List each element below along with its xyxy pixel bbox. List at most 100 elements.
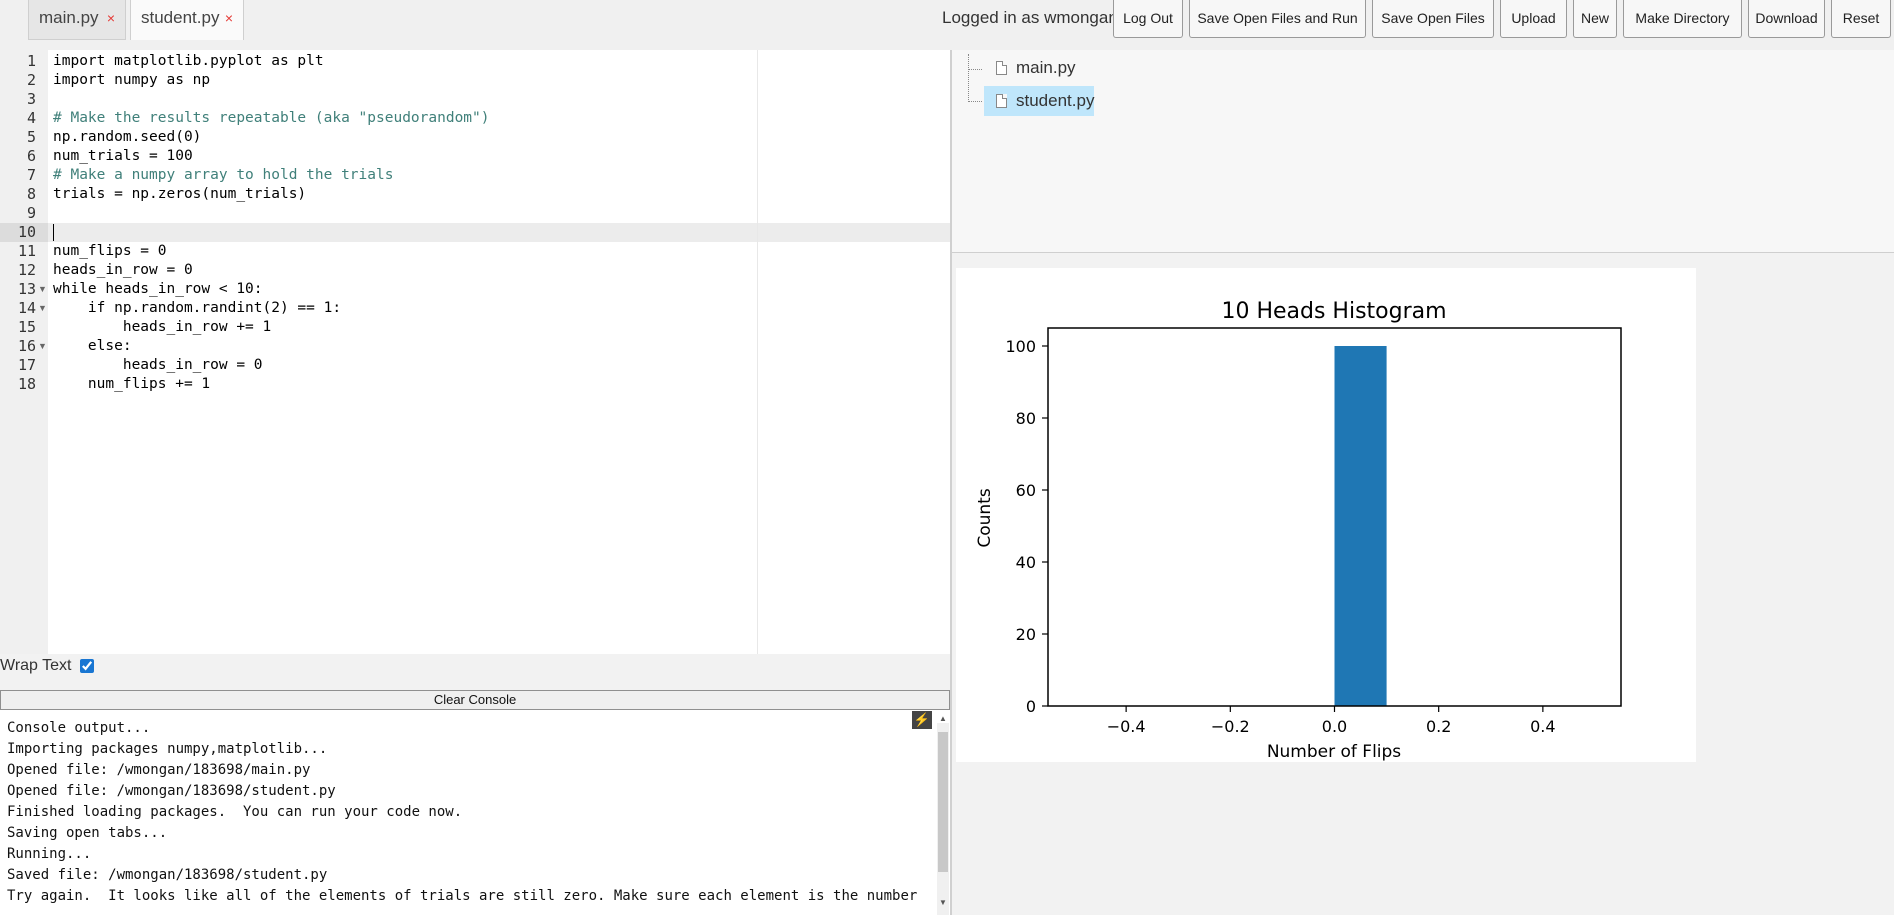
histogram-bar bbox=[1334, 346, 1387, 706]
tab-student-py[interactable]: student.py × bbox=[130, 0, 244, 40]
line-number: 8 bbox=[26, 185, 36, 203]
x-tick-label: −0.2 bbox=[1211, 717, 1250, 736]
fold-arrow-icon[interactable]: ▼ bbox=[38, 299, 47, 318]
code-line: # Make a numpy array to hold the trials bbox=[53, 167, 394, 183]
line-number: 5 bbox=[26, 128, 36, 146]
wrap-text-checkbox[interactable] bbox=[79, 658, 94, 673]
download-button[interactable]: Download bbox=[1748, 0, 1825, 38]
logged-in-text: Logged in as wmongan bbox=[942, 8, 1118, 27]
code-line: while heads_in_row < 10: bbox=[53, 281, 263, 297]
code-line: num_trials = 100 bbox=[53, 148, 193, 164]
text-cursor bbox=[53, 224, 54, 241]
line-number: 17 bbox=[17, 356, 36, 374]
clear-console-button[interactable]: Clear Console bbox=[0, 690, 950, 710]
close-icon[interactable]: × bbox=[107, 0, 115, 36]
tab-label: main.py bbox=[39, 8, 99, 27]
file-item-student-py[interactable]: student.py bbox=[984, 86, 1094, 116]
x-tick-label: 0.2 bbox=[1426, 717, 1451, 736]
new-button[interactable]: New bbox=[1573, 0, 1617, 38]
log-out-button[interactable]: Log Out bbox=[1113, 0, 1183, 38]
reset-button[interactable]: Reset bbox=[1831, 0, 1891, 38]
print-margin bbox=[757, 50, 758, 654]
line-number: 12 bbox=[17, 261, 36, 279]
console-line: Console output... bbox=[7, 720, 151, 736]
y-axis-label: Counts bbox=[975, 488, 995, 547]
active-line bbox=[0, 223, 950, 242]
code-line: heads_in_row = 0 bbox=[53, 262, 193, 278]
wrap-text-label: Wrap Text bbox=[0, 657, 72, 674]
line-number: 6 bbox=[26, 147, 36, 165]
code-line: heads_in_row = 0 bbox=[53, 357, 263, 373]
tree-connector bbox=[968, 54, 969, 102]
console-line: Opened file: /wmongan/183698/main.py bbox=[7, 762, 311, 778]
line-number: 11 bbox=[17, 242, 36, 260]
x-tick-label: 0.4 bbox=[1530, 717, 1555, 736]
code-line: # Make the results repeatable (aka "pseu… bbox=[53, 110, 490, 126]
console-line: Running... bbox=[7, 846, 92, 862]
top-bar: main.py × student.py × Logged in as wmon… bbox=[0, 0, 1894, 50]
tab-label: student.py bbox=[141, 8, 220, 27]
file-icon bbox=[996, 61, 1007, 75]
line-number: 4 bbox=[26, 109, 36, 127]
code-line: import matplotlib.pyplot as plt bbox=[53, 53, 324, 69]
fold-arrow-icon[interactable]: ▼ bbox=[38, 280, 47, 299]
console-line: Opened file: /wmongan/183698/student.py bbox=[7, 783, 336, 799]
y-tick-label: 40 bbox=[1016, 553, 1036, 572]
y-tick-label: 100 bbox=[1005, 337, 1036, 356]
make-directory-button[interactable]: Make Directory bbox=[1623, 0, 1742, 38]
file-icon bbox=[996, 94, 1007, 108]
code-line: else: bbox=[53, 338, 132, 354]
code-line: heads_in_row += 1 bbox=[53, 319, 272, 335]
histogram-chart: 10 Heads Histogram −0.4 −0.2 0.0 0.2 0.4 0 20 4… bbox=[975, 299, 1622, 762]
code-line: np.random.seed(0) bbox=[53, 129, 202, 145]
line-number: 1 bbox=[26, 52, 36, 70]
line-number: 16 bbox=[17, 337, 36, 355]
line-number: 3 bbox=[26, 90, 36, 108]
console-scroll-thumb[interactable] bbox=[938, 732, 948, 872]
y-tick-label: 0 bbox=[1026, 697, 1036, 716]
line-number: 10 bbox=[17, 223, 36, 241]
console-line: Importing packages numpy,matplotlib... bbox=[7, 741, 328, 757]
tree-connector bbox=[968, 101, 982, 102]
x-axis-label: Number of Flips bbox=[1267, 742, 1401, 762]
plot-output: 10 Heads Histogram −0.4 −0.2 0.0 0.2 0.4 0 20 4… bbox=[956, 268, 1696, 762]
y-tick-label: 20 bbox=[1016, 625, 1036, 644]
wrap-text-option: Wrap Text bbox=[0, 657, 94, 675]
console-line: Finished loading packages. You can run y… bbox=[7, 804, 463, 820]
scroll-up-icon[interactable]: ▲ bbox=[939, 714, 947, 723]
code-line: if np.random.randint(2) == 1: bbox=[53, 300, 342, 316]
close-icon[interactable]: × bbox=[225, 0, 233, 36]
save-open-files-button[interactable]: Save Open Files bbox=[1372, 0, 1494, 38]
x-tick-label: −0.4 bbox=[1107, 717, 1146, 736]
console-line: Saved file: /wmongan/183698/student.py bbox=[7, 867, 328, 883]
file-name: student.py bbox=[1016, 91, 1095, 110]
y-tick-label: 80 bbox=[1016, 409, 1036, 428]
tree-connector bbox=[968, 69, 982, 70]
y-tick-label: 60 bbox=[1016, 481, 1036, 500]
upload-button[interactable]: Upload bbox=[1500, 0, 1567, 38]
file-tree bbox=[952, 50, 1894, 253]
console-line: Try again. It looks like all of the elem… bbox=[7, 888, 918, 904]
code-editor[interactable]: 1 2 3 4 5 6 7 8 9 10 11 12 13 14 15 16 1… bbox=[0, 50, 950, 654]
file-name: main.py bbox=[1016, 58, 1076, 77]
line-number: 13 bbox=[17, 280, 36, 298]
line-number: 15 bbox=[17, 318, 36, 336]
line-number: 18 bbox=[17, 375, 36, 393]
line-number: 14 bbox=[17, 299, 36, 317]
line-number: 9 bbox=[26, 204, 36, 222]
chart-title: 10 Heads Histogram bbox=[1221, 299, 1446, 324]
code-line: trials = np.zeros(num_trials) bbox=[53, 186, 307, 202]
clear-brush-icon[interactable]: ⚡ bbox=[912, 711, 932, 729]
line-number: 7 bbox=[26, 166, 36, 184]
fold-arrow-icon[interactable]: ▼ bbox=[38, 337, 47, 356]
tab-main-py[interactable]: main.py × bbox=[28, 0, 126, 40]
file-item-main-py[interactable]: main.py bbox=[984, 53, 1080, 83]
code-line: num_flips = 0 bbox=[53, 243, 167, 259]
console-output[interactable]: Console output... Importing packages num… bbox=[0, 710, 950, 915]
console-line: Saving open tabs... bbox=[7, 825, 168, 841]
scroll-down-icon[interactable]: ▼ bbox=[939, 898, 947, 907]
code-line: import numpy as np bbox=[53, 72, 211, 88]
x-tick-label: 0.0 bbox=[1322, 717, 1347, 736]
code-line: num_flips += 1 bbox=[53, 376, 211, 392]
save-and-run-button[interactable]: Save Open Files and Run bbox=[1189, 0, 1366, 38]
